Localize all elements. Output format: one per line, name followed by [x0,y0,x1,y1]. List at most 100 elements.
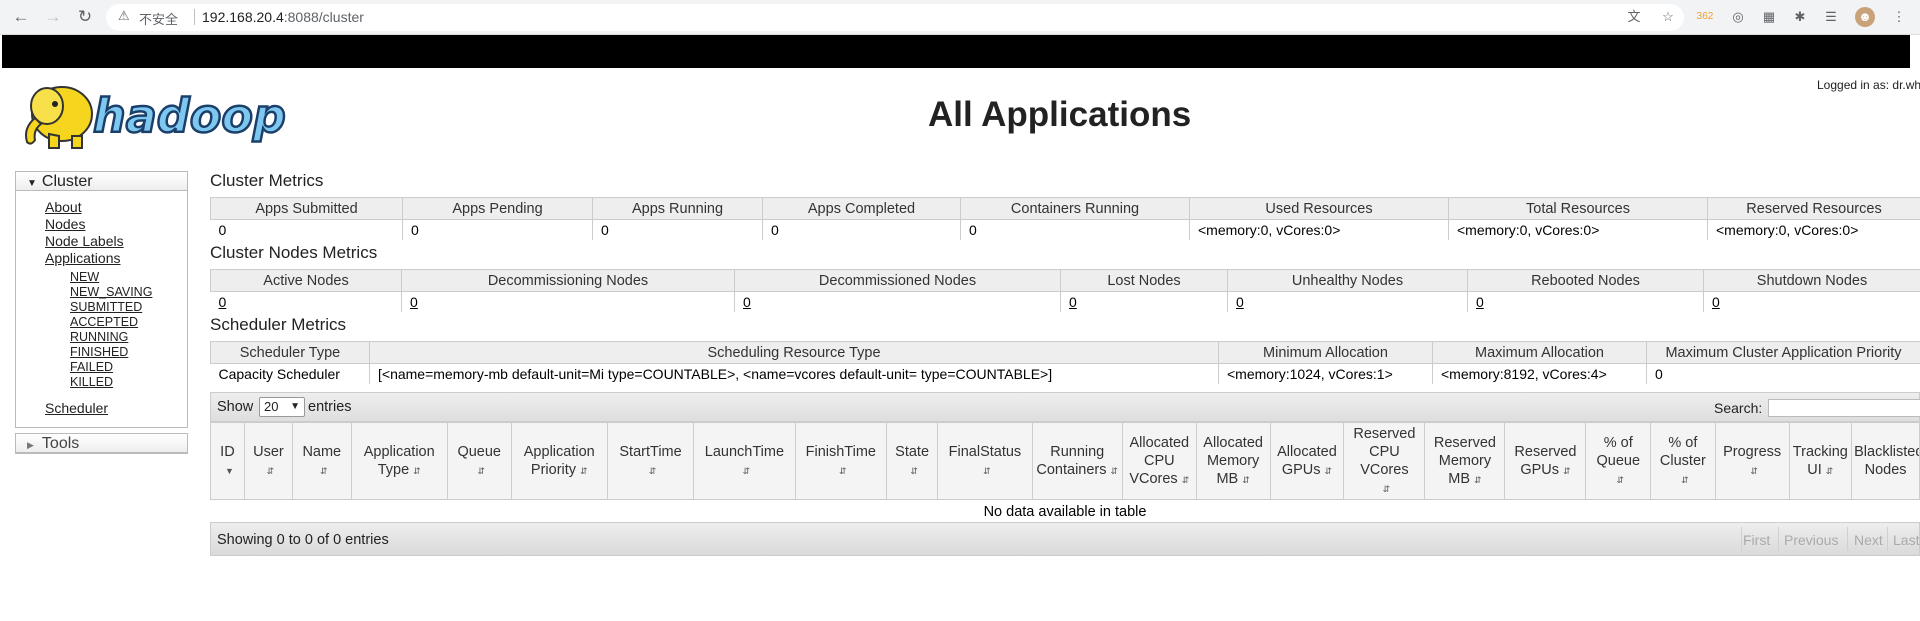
reload-icon[interactable]: ↻ [74,6,96,28]
pager-next-button[interactable]: Next [1854,532,1883,548]
column-header-reserved-memory[interactable]: Reserved Memory MB ⇵ [1424,422,1506,500]
node-metrics-table: Active Nodes Decommissioning Nodes Decom… [210,269,1920,312]
nav-state-new[interactable]: NEW [70,270,99,284]
nav-state-failed[interactable]: FAILED [70,360,113,374]
qr-code-icon[interactable]: ▦ [1759,7,1779,27]
sort-icon: ⇵ [1474,474,1482,485]
url-text[interactable]: 192.168.20.4:8088/cluster [202,9,364,25]
menu-dots-icon[interactable]: ⋮ [1889,7,1909,27]
sort-icon: ⇵ [1825,465,1834,476]
column-header-running-containers[interactable]: Running Containers ⇵ [1031,422,1123,500]
pager-previous-button[interactable]: Previous [1784,532,1838,548]
nav-state-killed[interactable]: KILLED [70,375,113,389]
address-bar[interactable]: ⚠ 不安全 192.168.20.4:8088/cluster 文 ☆ [106,4,1684,31]
show-label: Show [217,399,254,415]
nav-state-new-saving[interactable]: NEW_SAVING [70,285,152,299]
column-header-label: FinalStatus [948,443,1022,460]
column-header-allocated-cpu[interactable]: Allocated CPU VCores ⇵ [1121,422,1197,500]
node-metric-link[interactable]: 0 [410,294,418,310]
column-header-blacklisted-nodes[interactable]: Blacklisted Nodes [1851,422,1920,500]
pager-first-button[interactable]: First [1743,532,1770,548]
column-header-reserved-gpus[interactable]: Reserved GPUs ⇵ [1504,422,1587,500]
column-header-percent-queue[interactable]: % of Queue ⇵ [1585,422,1652,500]
column-header-allocated-gpus[interactable]: Allocated GPUs ⇵ [1269,422,1345,500]
scheduler-metric-header: Maximum Cluster Application Priority [1646,341,1920,364]
scheduler-metric-value: Capacity Scheduler [218,366,340,382]
star-icon[interactable]: ☆ [1658,7,1678,27]
forward-arrow-icon[interactable]: → [42,6,64,28]
column-header-state[interactable]: State ⇵ [885,422,939,500]
column-header-finish-time[interactable]: FinishTime ⇵ [794,422,887,500]
extension-badge[interactable]: 362 [1695,7,1715,27]
column-header-label: Tracking UI [1792,443,1848,478]
sort-icon: ⇵ [910,465,918,476]
node-metric-header: Unhealthy Nodes [1227,269,1468,292]
pager-last-button[interactable]: Last [1893,532,1919,548]
cluster-metric-value: 0 [402,219,593,240]
column-header-percent-cluster[interactable]: % of Cluster ⇵ [1650,422,1716,500]
nav-link-nodes[interactable]: Nodes [45,216,85,232]
node-metric-link[interactable]: 0 [219,294,227,310]
column-header-queue[interactable]: Queue ⇵ [446,422,512,500]
sort-icon: ⇵ [839,465,847,476]
nav-state-submitted[interactable]: SUBMITTED [70,300,142,314]
nav-link-scheduler[interactable]: Scheduler [45,400,108,416]
cluster-metric-header: Containers Running [960,197,1190,220]
applications-table: ID ▼ User ⇵ Name ⇵ Application Type ⇵ Queue ⇵… [210,422,1920,525]
column-header-user[interactable]: User ⇵ [243,422,294,500]
applications-table-wrapper: Show 20 ▼ entries Search: ID ▼ User ⇵ Name ⇵… [210,392,1920,556]
column-header-application-type[interactable]: Application Type ⇵ [350,422,448,500]
node-metric-header: Decommissioning Nodes [401,269,735,292]
column-header-reserved-cpu[interactable]: Reserved CPU VCores ⇵ [1343,422,1426,500]
column-header-application-priority[interactable]: Application Priority ⇵ [510,422,608,500]
avatar[interactable]: ☻ [1855,7,1875,27]
puzzle-icon[interactable]: ✱ [1790,7,1810,27]
column-header-allocated-memory[interactable]: Allocated Memory MB ⇵ [1195,422,1271,500]
sort-icon: ⇵ [1382,483,1391,494]
column-header-label: Reserved CPU VCores [1353,425,1416,478]
node-metric-link[interactable]: 0 [743,294,751,310]
column-header-label: % of Queue [1596,434,1641,469]
column-header-progress[interactable]: Progress ⇵ [1714,422,1790,500]
back-arrow-icon[interactable]: ← [10,6,32,28]
nav-tools-panel[interactable]: ▶ Tools [15,433,188,454]
scheduler-metric-value: [<name=memory-mb default-unit=Mi type=CO… [369,363,1219,384]
warning-icon[interactable]: ⚠ [118,8,130,24]
column-header-tracking-ui[interactable]: Tracking UI ⇵ [1788,422,1853,500]
sort-icon: ⇵ [1242,474,1250,485]
translate-icon[interactable]: 文 [1624,7,1644,27]
cluster-metrics-title: Cluster Metrics [210,171,324,190]
nav-state-running[interactable]: RUNNING [70,330,128,344]
reading-list-icon[interactable]: ☰ [1821,7,1841,27]
node-metric-link[interactable]: 0 [1069,294,1077,310]
scheduler-metric-header: Scheduling Resource Type [369,341,1219,364]
nav-cluster-header[interactable]: ▼ Cluster [16,172,187,191]
node-metric-link[interactable]: 0 [1236,294,1244,310]
cluster-metric-header: Apps Completed [762,197,961,220]
nav-state-finished[interactable]: FINISHED [70,345,128,359]
column-header-launch-time[interactable]: LaunchTime ⇵ [693,422,796,500]
column-header-label: State [895,443,930,460]
node-metric-link[interactable]: 0 [1476,294,1484,310]
column-header-label: Name [302,443,342,460]
column-header-label: ID [220,443,235,460]
security-label[interactable]: 不安全 [139,9,178,28]
cluster-metric-value: <memory:0, vCores:0> [1448,219,1708,240]
nav-tools-header[interactable]: ▶ Tools [16,434,187,453]
nav-link-node-labels[interactable]: Node Labels [45,233,124,249]
node-metric-link[interactable]: 0 [1712,294,1720,310]
nav-link-about[interactable]: About [45,199,82,215]
nav-link-applications[interactable]: Applications [45,250,121,266]
column-header-name[interactable]: Name ⇵ [292,422,352,500]
column-header-final-status[interactable]: FinalStatus ⇵ [937,422,1033,500]
hadoop-logo[interactable]: hadoop [17,76,317,152]
column-header-start-time[interactable]: StartTime ⇵ [606,422,695,500]
search-input[interactable] [1768,399,1920,417]
extension-icon-circle[interactable]: ◎ [1728,7,1748,27]
divider [1741,527,1742,551]
page-size-select[interactable]: 20 ▼ [259,397,305,417]
nav-state-accepted[interactable]: ACCEPTED [70,315,138,329]
column-header-label: Reserved Memory MB [1433,434,1496,487]
column-header-id[interactable]: ID ▼ [210,422,245,500]
column-header-label: LaunchTime [704,443,785,460]
